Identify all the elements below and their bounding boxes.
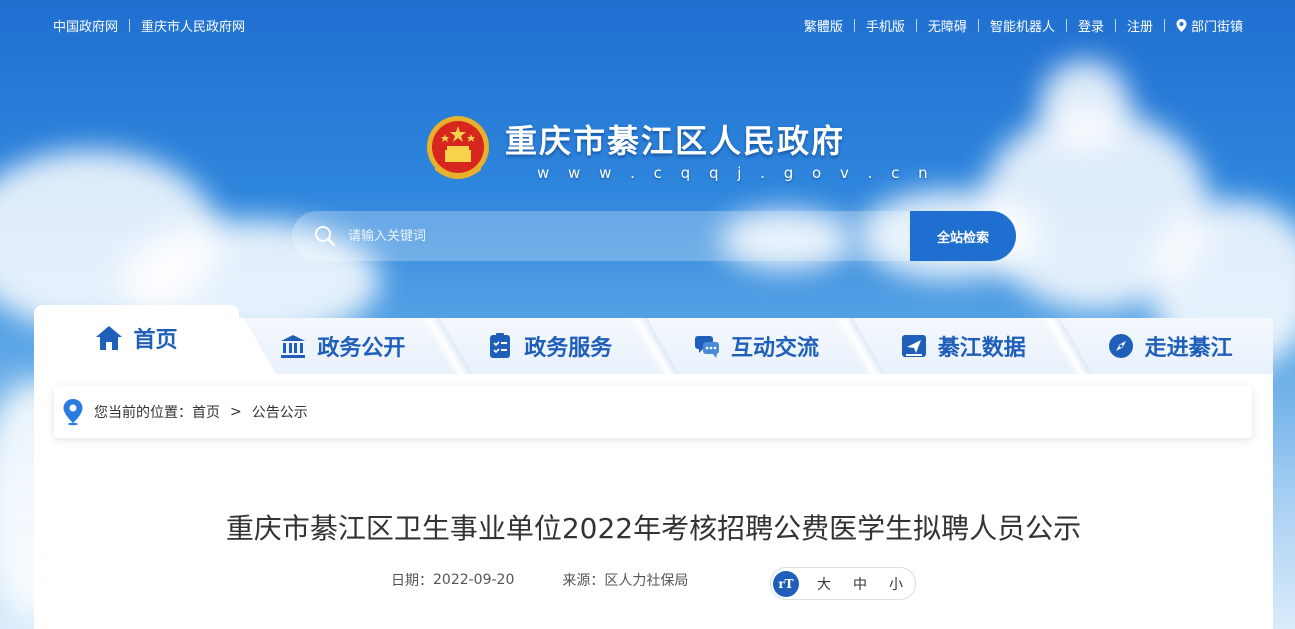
chat-bubbles-icon — [694, 336, 719, 358]
divider — [129, 19, 131, 32]
nav-item-about-qijiang[interactable]: 走进綦江 — [1066, 318, 1273, 374]
font-size-medium[interactable]: 中 — [849, 574, 871, 594]
site-brand[interactable]: 重庆市綦江区人民政府 w w w . c q q j . g o v . c n — [425, 114, 935, 184]
divider — [1065, 19, 1067, 32]
font-size-icon: rT — [773, 570, 799, 597]
site-url: w w w . c q q j . g o v . c n — [537, 164, 935, 182]
home-icon — [96, 326, 123, 350]
link-login[interactable]: 登录 — [1078, 16, 1104, 35]
link-smart-robot[interactable]: 智能机器人 — [990, 16, 1055, 35]
checklist-icon — [490, 333, 511, 358]
nav-item-government-services[interactable]: 政务服务 — [446, 318, 653, 374]
breadcrumb-home[interactable]: 首页 — [192, 402, 220, 422]
breadcrumb-prefix: 您当前的位置： — [94, 405, 192, 421]
source-label: 来源： — [562, 573, 605, 589]
main-nav: 政务公开 政务服务 互动交流 綦江数据 走进綦江 首页 — [34, 305, 1273, 377]
breadcrumb-separator: > — [230, 404, 242, 420]
divider — [915, 19, 917, 32]
breadcrumb-announcements[interactable]: 公告公示 — [252, 402, 308, 422]
search-input[interactable] — [346, 227, 850, 245]
top-right-links: 繁體版 手机版 无障碍 智能机器人 登录 注册 部门街镇 — [804, 16, 1243, 35]
divider — [977, 19, 979, 32]
link-departments[interactable]: 部门街镇 — [1176, 16, 1243, 35]
nav-item-interaction[interactable]: 互动交流 — [653, 318, 860, 374]
font-size-small[interactable]: 小 — [885, 574, 907, 594]
top-utility-bar: 中国政府网 重庆市人民政府网 繁體版 手机版 无障碍 智能机器人 登录 注册 部… — [0, 0, 1295, 48]
font-size-large[interactable]: 大 — [813, 574, 835, 594]
nav-label: 政务公开 — [317, 336, 406, 361]
link-register[interactable]: 注册 — [1127, 16, 1153, 35]
publish-date: 2022-09-20 — [433, 572, 515, 588]
nav-tabs: 政务公开 政务服务 互动交流 綦江数据 走进綦江 — [239, 318, 1273, 374]
nav-label: 政务服务 — [524, 336, 613, 361]
nav-label: 走进綦江 — [1144, 336, 1233, 361]
article-title: 重庆市綦江区卫生事业单位2022年考核招聘公费医学生拟聘人员公示 — [225, 512, 1082, 545]
divider — [853, 19, 855, 32]
background-cloud — [1040, 60, 1130, 150]
brand-text: 重庆市綦江区人民政府 w w w . c q q j . g o v . c n — [505, 116, 935, 182]
national-emblem-icon — [427, 116, 489, 179]
article-source: 区人力社保局 — [604, 573, 689, 589]
nav-label: 互动交流 — [730, 336, 819, 361]
link-chongqing-gov[interactable]: 重庆市人民政府网 — [141, 16, 245, 35]
search-box — [292, 211, 912, 261]
site-title: 重庆市綦江区人民政府 — [505, 122, 846, 160]
link-traditional-chinese[interactable]: 繁體版 — [804, 16, 843, 35]
search-icon — [315, 226, 336, 247]
location-pin-icon — [63, 399, 83, 426]
breadcrumb: 您当前的位置： 首页 > 公告公示 — [54, 386, 1252, 438]
link-china-gov[interactable]: 中国政府网 — [53, 16, 118, 35]
site-search-button[interactable]: 全站检索 — [910, 211, 1016, 261]
nav-item-home[interactable]: 首页 — [34, 305, 239, 377]
font-size-switcher: rT 大 中 小 — [770, 567, 916, 600]
location-pin-icon — [1176, 19, 1187, 32]
nav-item-qijiang-data[interactable]: 綦江数据 — [859, 318, 1066, 374]
divider — [1163, 19, 1165, 32]
nav-label: 綦江数据 — [937, 336, 1026, 361]
link-mobile-version[interactable]: 手机版 — [866, 16, 905, 35]
send-data-icon — [901, 335, 926, 357]
nav-label: 首页 — [133, 328, 178, 353]
government-building-icon — [281, 335, 306, 358]
link-departments-label: 部门街镇 — [1190, 20, 1243, 35]
compass-icon — [1108, 334, 1133, 358]
divider — [1114, 19, 1116, 32]
link-accessibility[interactable]: 无障碍 — [928, 16, 967, 35]
article-meta: 日期： 2022-09-20 来源： 区人力社保局 — [391, 570, 688, 590]
top-left-links: 中国政府网 重庆市人民政府网 — [53, 16, 245, 35]
site-search: 全站检索 — [292, 211, 1016, 261]
date-label: 日期： — [391, 573, 433, 589]
